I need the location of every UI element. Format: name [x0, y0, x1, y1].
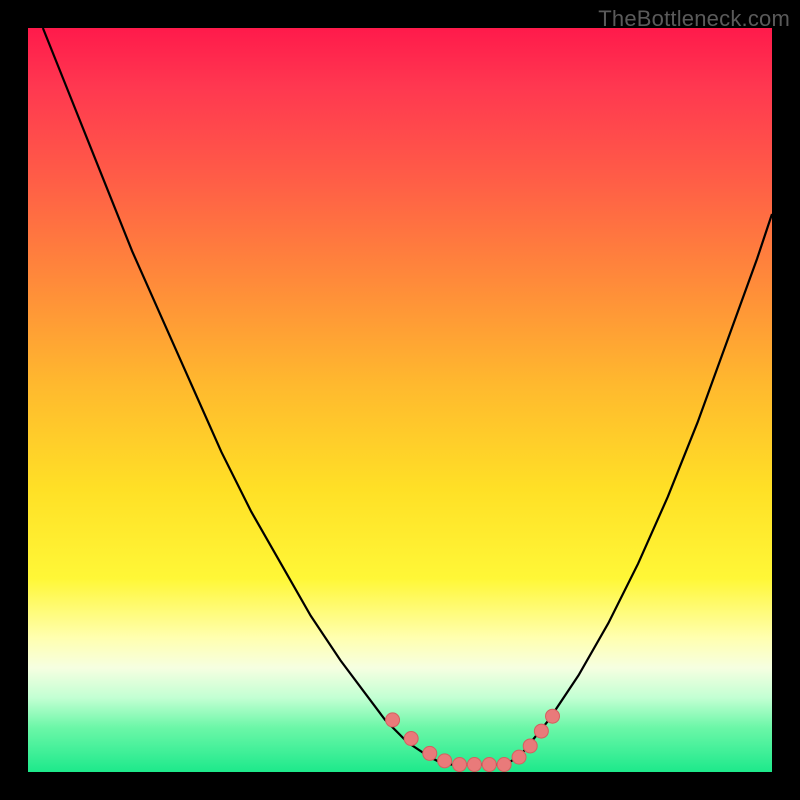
marker-point: [423, 746, 437, 760]
marker-point: [523, 739, 537, 753]
marker-point: [453, 758, 467, 772]
marker-group: [386, 709, 560, 771]
marker-point: [497, 758, 511, 772]
marker-point: [546, 709, 560, 723]
chart-frame: TheBottleneck.com: [0, 0, 800, 800]
marker-point: [467, 758, 481, 772]
chart-svg: [28, 28, 772, 772]
marker-point: [534, 724, 548, 738]
bottleneck-curve: [43, 28, 772, 765]
marker-point: [512, 750, 526, 764]
marker-point: [482, 758, 496, 772]
marker-point: [404, 732, 418, 746]
watermark-text: TheBottleneck.com: [598, 6, 790, 32]
plot-area: [28, 28, 772, 772]
marker-point: [386, 713, 400, 727]
marker-point: [438, 754, 452, 768]
